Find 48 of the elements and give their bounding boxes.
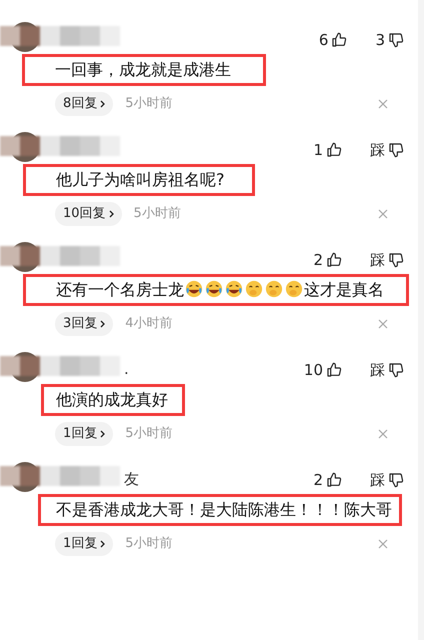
thumbs-down-icon[interactable]	[388, 142, 404, 158]
like-count: 2	[313, 470, 323, 491]
like-count: 10	[304, 360, 323, 381]
replies-button[interactable]: 10回复	[55, 202, 122, 226]
timestamp: 4小时前	[125, 315, 173, 334]
thumbs-down-icon[interactable]	[388, 362, 404, 378]
thumbs-up-icon[interactable]	[331, 32, 348, 48]
dislike-label: 踩	[370, 470, 385, 491]
replies-button[interactable]: 3回复	[55, 312, 114, 336]
highlighted-comment-text: 他儿子为啥叫房祖名呢?	[23, 164, 255, 196]
crying-laughing-emoji-icon	[225, 280, 243, 298]
thumbs-down-icon[interactable]	[388, 472, 404, 488]
crying-laughing-emoji-icon	[185, 280, 203, 298]
crying-laughing-emoji-icon	[205, 280, 223, 298]
giggling-emoji-icon	[245, 280, 263, 298]
thumbs-up-icon[interactable]	[326, 472, 342, 488]
thumbs-down-icon[interactable]	[388, 32, 404, 48]
chevron-right-icon	[108, 210, 114, 218]
highlighted-comment-text: 他演的成龙真好	[41, 384, 185, 416]
highlighted-comment-text: 一回事，成龙就是成港生	[22, 54, 266, 86]
thumbs-down-icon[interactable]	[388, 252, 404, 268]
timestamp: 5小时前	[125, 425, 173, 444]
highlighted-comment-text: 还有一个名房士龙 这才是真名	[23, 274, 409, 306]
thumbs-up-icon[interactable]	[326, 252, 342, 268]
chevron-right-icon	[100, 100, 106, 108]
like-count: 1	[313, 140, 323, 161]
replies-button[interactable]: 1回复	[55, 532, 114, 556]
like-count: 2	[313, 250, 323, 271]
highlighted-comment-text: 不是香港成龙大哥！是大陆陈港生！！！陈大哥	[38, 494, 402, 526]
timestamp: 5小时前	[134, 205, 181, 224]
username: .	[124, 359, 129, 380]
replies-button[interactable]: 1回复	[55, 422, 114, 446]
dislike-label: 踩	[370, 360, 385, 381]
thumbs-up-icon[interactable]	[326, 362, 342, 378]
like-count: 6	[318, 30, 328, 51]
timestamp: 5小时前	[125, 95, 173, 114]
giggling-emoji-icon	[285, 280, 303, 298]
dislike-label: 踩	[370, 250, 385, 271]
thumbs-up-icon[interactable]	[326, 142, 342, 158]
dislike-label: 3	[375, 30, 385, 51]
dislike-label: 踩	[370, 140, 385, 161]
chevron-right-icon	[100, 540, 106, 548]
chevron-right-icon	[100, 430, 106, 438]
chevron-right-icon	[100, 320, 106, 328]
timestamp: 5小时前	[125, 535, 173, 554]
giggling-emoji-icon	[265, 280, 283, 298]
username: 友	[124, 469, 139, 490]
replies-button[interactable]: 8回复	[55, 92, 114, 116]
